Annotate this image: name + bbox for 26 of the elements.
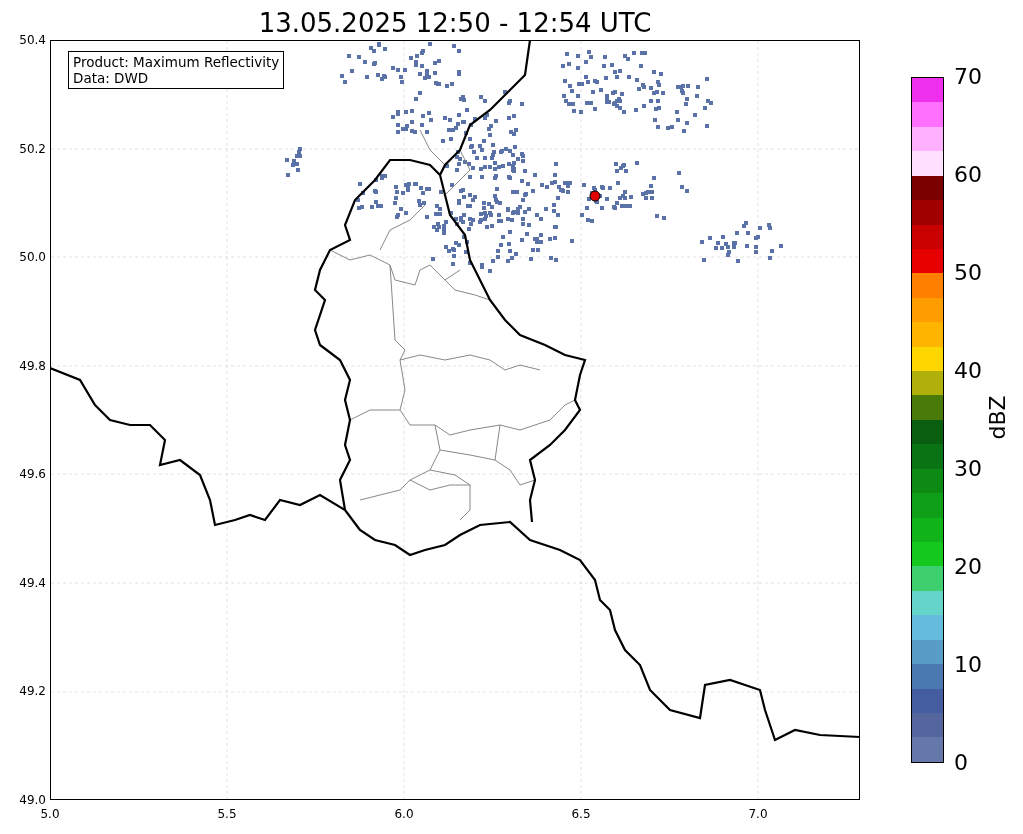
colorbar-tick-label: 70: [954, 64, 982, 90]
longitude-tick-label: 6.5: [571, 807, 591, 821]
longitude-tick-label: 5.5: [217, 807, 237, 821]
colorbar-label: dBZ: [984, 394, 1010, 440]
longitude-tick-label: 7.0: [748, 807, 768, 821]
colorbar-tick-label: 20: [954, 554, 982, 580]
info-text: Data: DWD: [73, 70, 150, 86]
latitude-tick-label: 49.4: [19, 575, 46, 590]
colorbar-tick-label: 40: [954, 358, 982, 384]
chart-title: 13.05.2025 12:50 - 12:54 UTC: [258, 7, 652, 40]
colorbar-tick-label: 10: [954, 652, 982, 678]
longitude-tick-label: 6.0: [394, 807, 414, 821]
latitude-tick-label: 50.4: [19, 33, 46, 47]
latitude-tick-label: 50.2: [19, 141, 46, 156]
colorbar-tick-label: 30: [954, 456, 982, 482]
latitude-tick-label: 49.6: [19, 467, 46, 482]
colorbar-tick-label: 60: [954, 162, 982, 188]
longitude-tick-label: 5.0: [40, 807, 60, 821]
colorbar-tick-label: 0: [954, 750, 969, 776]
colorbar-tick-label: 50: [954, 260, 982, 286]
latitude-tick-label: 49.0: [19, 792, 46, 807]
latitude-tick-label: 50.0: [19, 250, 46, 265]
latitude-tick-label: 49.2: [19, 684, 46, 699]
info-text: Product: Maximum Reflectivity: [73, 54, 280, 70]
latitude-tick-label: 49.8: [19, 358, 46, 373]
location-marker: [589, 190, 601, 202]
